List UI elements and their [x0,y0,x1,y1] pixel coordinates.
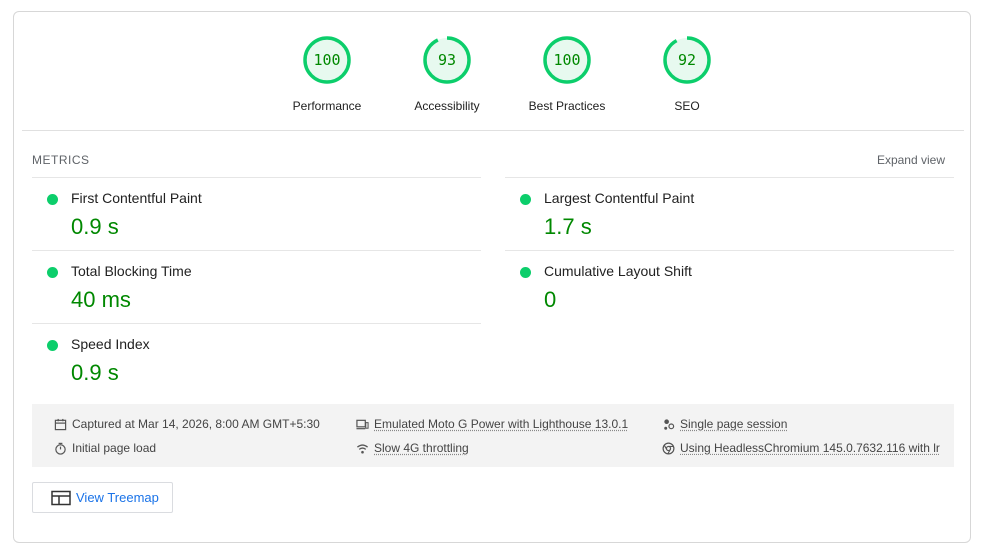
calendar-icon [54,418,67,430]
metric-value: 40 ms [71,287,131,312]
metrics-heading: METRICS [32,153,90,167]
gauge-score: 100 [553,51,580,69]
gauge-score: 100 [313,51,340,69]
metric-value: 0.9 s [71,360,119,385]
chrome-icon [662,442,675,454]
gauge-seo[interactable]: 92 SEO [627,35,747,113]
browser-version[interactable]: Using HeadlessChromium 145.0.7632.116 wi… [662,441,954,455]
browser-version-text[interactable]: Using HeadlessChromium 145.0.7632.116 wi… [680,441,940,455]
initial-page-load: Initial page load [54,441,156,455]
gauge-ring: 93 [423,36,471,84]
network-throttling[interactable]: Slow 4G throttling [356,441,469,455]
emulated-device[interactable]: Emulated Moto G Power with Lighthouse 13… [356,417,628,431]
gauge-ring: 100 [303,36,351,84]
score-gauges: 100 Performance 93 Accessibility 100 Bes… [267,35,747,113]
view-treemap-label: View Treemap [76,490,159,505]
initial-page-load-text: Initial page load [72,441,157,455]
metric-cumulative-layout-shift: Cumulative Layout Shift 0 [505,250,954,323]
stopwatch-icon [55,442,66,455]
gauge-label: SEO [674,99,700,113]
metric-largest-contentful-paint: Largest Contentful Paint 1.7 s [505,177,954,250]
metric-total-blocking-time: Total Blocking Time 40 ms [32,250,481,323]
network-throttling-text[interactable]: Slow 4G throttling [374,441,469,455]
metric-speed-index: Speed Index 0.9 s [32,323,481,396]
divider [22,130,964,131]
report-card: 100 Performance 93 Accessibility 100 Bes… [13,11,971,543]
metric-value: 0.9 s [71,214,119,239]
gauge-label: Accessibility [414,99,480,113]
gauge-accessibility[interactable]: 93 Accessibility [387,35,507,113]
metric-value: 0 [544,287,557,312]
gauge-ring: 92 [663,36,711,84]
runtime-settings: Captured at Mar 14, 2026, 8:00 AM GMT+5:… [32,404,954,467]
captured-at: Captured at Mar 14, 2026, 8:00 AM GMT+5:… [54,417,320,431]
gauge-score: 93 [438,51,456,69]
gauge-score: 92 [678,51,696,69]
emulated-device-text[interactable]: Emulated Moto G Power with Lighthouse 13… [374,417,628,431]
metric-label: Largest Contentful Paint [544,190,695,206]
gauge-ring: 100 [543,36,591,84]
view-treemap-button[interactable]: View Treemap [32,482,173,513]
metric-label: Total Blocking Time [71,263,192,279]
pass-indicator-icon [520,194,531,205]
pass-indicator-icon [520,267,531,278]
wifi-icon [356,443,369,454]
metric-value: 1.7 s [544,214,592,239]
gauge-best-practices[interactable]: 100 Best Practices [507,35,627,113]
gauge-label: Performance [292,99,362,113]
pass-indicator-icon [47,267,58,278]
expand-view-toggle[interactable]: Expand view [877,153,945,167]
gauge-performance[interactable]: 100 Performance [267,35,387,113]
session-type-text[interactable]: Single page session [680,417,787,431]
pass-indicator-icon [47,340,58,351]
captured-at-text: Captured at Mar 14, 2026, 8:00 AM GMT+5:… [72,417,320,431]
device-icon [356,419,369,429]
pass-indicator-icon [47,194,58,205]
session-icon [664,418,675,430]
session-type[interactable]: Single page session [662,417,787,431]
metric-first-contentful-paint: First Contentful Paint 0.9 s [32,177,481,250]
metric-label: Speed Index [71,336,150,352]
gauge-label: Best Practices [528,99,606,113]
treemap-icon [51,490,71,505]
metric-label: First Contentful Paint [71,190,202,206]
metric-label: Cumulative Layout Shift [544,263,692,279]
